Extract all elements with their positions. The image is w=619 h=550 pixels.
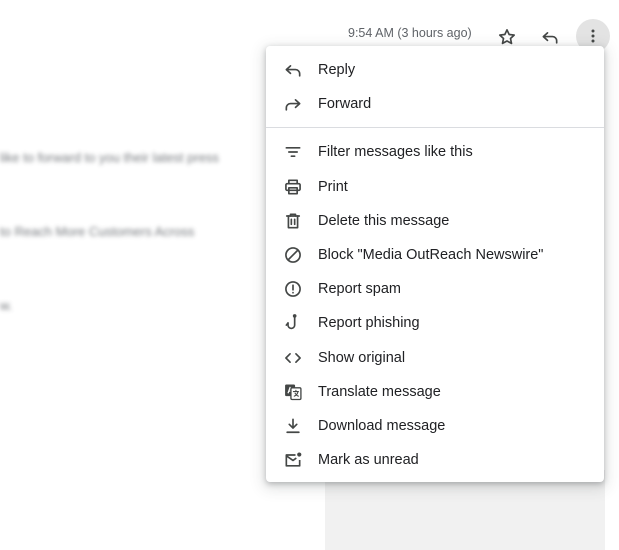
- menu-item-print[interactable]: Print: [266, 170, 604, 204]
- mark-unread-icon: [283, 450, 303, 470]
- menu-item-label: Forward: [318, 96, 372, 113]
- report-spam-icon: [283, 279, 303, 299]
- menu-item-label: Report phishing: [318, 315, 420, 332]
- menu-item-report-spam[interactable]: Report spam: [266, 272, 604, 306]
- message-background-panel: [325, 470, 605, 550]
- menu-item-reply[interactable]: Reply: [266, 53, 604, 87]
- email-body-line: like to forward to you their latest pres…: [0, 150, 219, 165]
- menu-item-forward[interactable]: Forward: [266, 87, 604, 121]
- menu-item-label: Delete this message: [318, 212, 450, 229]
- print-icon: [283, 177, 303, 197]
- menu-item-show-original[interactable]: Show original: [266, 341, 604, 375]
- forward-icon: [283, 94, 303, 114]
- trash-icon: [283, 211, 303, 231]
- more-vert-icon: [583, 26, 603, 46]
- menu-item-label: Print: [318, 178, 348, 195]
- reply-icon: [540, 27, 560, 47]
- translate-icon: [283, 382, 303, 402]
- menu-item-filter[interactable]: Filter messages like this: [266, 135, 604, 169]
- email-body-line: w.: [0, 298, 13, 313]
- reply-icon: [283, 60, 303, 80]
- menu-item-mark-unread[interactable]: Mark as unread: [266, 443, 604, 477]
- menu-item-label: Translate message: [318, 383, 441, 400]
- menu-item-translate[interactable]: Translate message: [266, 375, 604, 409]
- menu-item-label: Report spam: [318, 281, 402, 298]
- menu-item-label: Reply: [318, 62, 356, 79]
- email-body-line: to Reach More Customers Across: [0, 224, 195, 239]
- block-icon: [283, 245, 303, 265]
- filter-icon: [283, 142, 303, 162]
- star-icon: [497, 27, 517, 47]
- menu-item-block-sender[interactable]: Block "Media OutReach Newswire": [266, 238, 604, 272]
- download-icon: [283, 416, 303, 436]
- menu-item-delete[interactable]: Delete this message: [266, 204, 604, 238]
- phishing-hook-icon: [283, 313, 303, 333]
- menu-item-label: Filter messages like this: [318, 144, 473, 161]
- menu-item-label: Show original: [318, 349, 406, 366]
- menu-item-label: Download message: [318, 417, 446, 434]
- message-options-menu: Reply Forward Filter messages like this: [266, 46, 604, 482]
- menu-divider: [266, 127, 604, 129]
- menu-item-report-phishing[interactable]: Report phishing: [266, 306, 604, 340]
- message-timestamp: 9:54 AM (3 hours ago): [348, 26, 472, 40]
- code-icon: [283, 348, 303, 368]
- menu-item-label: Mark as unread: [318, 452, 419, 469]
- menu-item-download[interactable]: Download message: [266, 409, 604, 443]
- menu-item-label: Block "Media OutReach Newswire": [318, 247, 544, 264]
